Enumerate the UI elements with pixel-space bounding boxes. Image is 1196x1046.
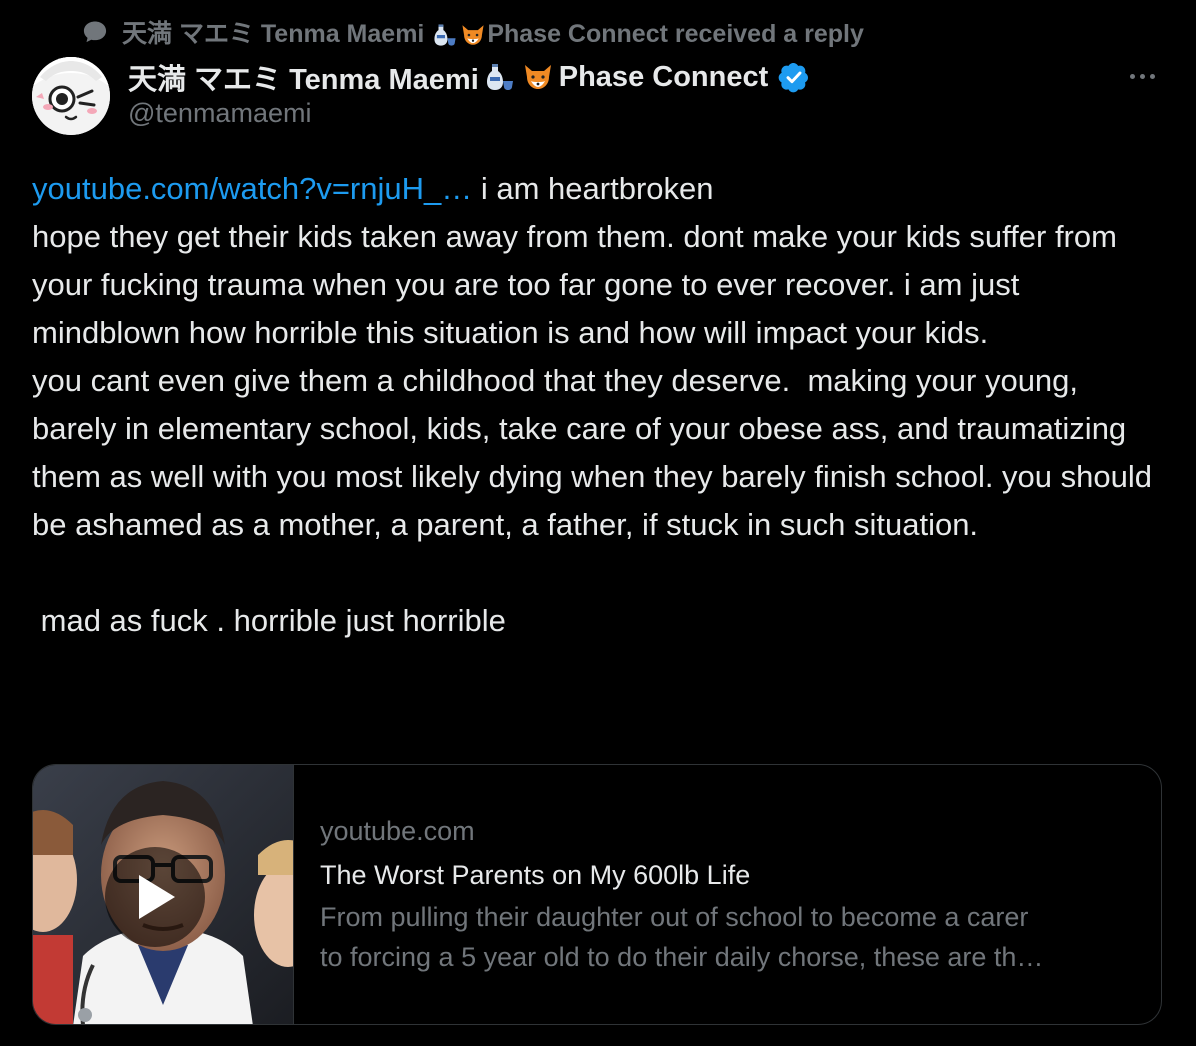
tweet-body: youtube.com/watch?v=rnjuH_… i am heartbr… <box>32 165 1152 645</box>
tweet-first-line: youtube.com/watch?v=rnjuH_… i am heartbr… <box>32 165 1152 213</box>
tweet-paragraph-1: hope they get their kids taken away from… <box>32 219 1126 350</box>
video-thumbnail[interactable] <box>33 765 294 1024</box>
avatar[interactable] <box>32 57 110 135</box>
youtube-link[interactable]: youtube.com/watch?v=rnjuH_… <box>32 171 472 206</box>
context-name: 天満 マエミ Tenma Maemi <box>122 20 432 48</box>
sake-icon <box>483 60 517 94</box>
author-display-name[interactable]: 天満 マエミ Tenma Maemi <box>128 56 479 98</box>
fox-icon <box>459 21 487 49</box>
tweet-paragraph-2: you cant even give them a childhood that… <box>32 363 1161 542</box>
tweet-paragraph-3: mad as fuck . horrible just horrible <box>32 603 506 638</box>
dot-icon <box>1139 73 1145 79</box>
card-description-line-2: to forcing a 5 year old to do their dail… <box>320 942 1044 972</box>
card-text: youtube.com The Worst Parents on My 600l… <box>294 765 1160 1024</box>
tweet-blank-line: ​ <box>32 549 1152 597</box>
dot-icon <box>1149 73 1155 79</box>
play-button[interactable] <box>105 847 205 947</box>
author-name-row[interactable]: 天満 マエミ Tenma Maemi Phase Connect <box>128 56 810 98</box>
play-icon <box>133 872 177 922</box>
sake-icon <box>431 21 459 49</box>
verified-badge-icon[interactable] <box>778 61 810 93</box>
card-description: From pulling their daughter out of schoo… <box>320 897 1160 977</box>
card-description-line-1: From pulling their daughter out of schoo… <box>320 902 1029 932</box>
tweet-text-first-line: i am heartbroken <box>472 171 714 206</box>
link-preview-card[interactable]: youtube.com The Worst Parents on My 600l… <box>32 764 1162 1025</box>
tweet-container: 天満 マエミ Tenma Maemi Phase Connect receive… <box>0 0 1196 1046</box>
fox-icon <box>521 60 555 94</box>
author-handle[interactable]: @tenmamaemi <box>128 98 311 129</box>
author-affiliation: Phase Connect <box>558 60 769 93</box>
dot-icon <box>1129 73 1135 79</box>
card-title: The Worst Parents on My 600lb Life <box>320 860 751 890</box>
context-affiliation: Phase Connect received a reply <box>487 20 864 48</box>
more-options-button[interactable] <box>1122 62 1162 90</box>
speech-bubble-icon <box>80 17 110 47</box>
reply-context[interactable]: 天満 マエミ Tenma Maemi Phase Connect receive… <box>80 14 864 50</box>
card-domain: youtube.com <box>320 816 475 846</box>
